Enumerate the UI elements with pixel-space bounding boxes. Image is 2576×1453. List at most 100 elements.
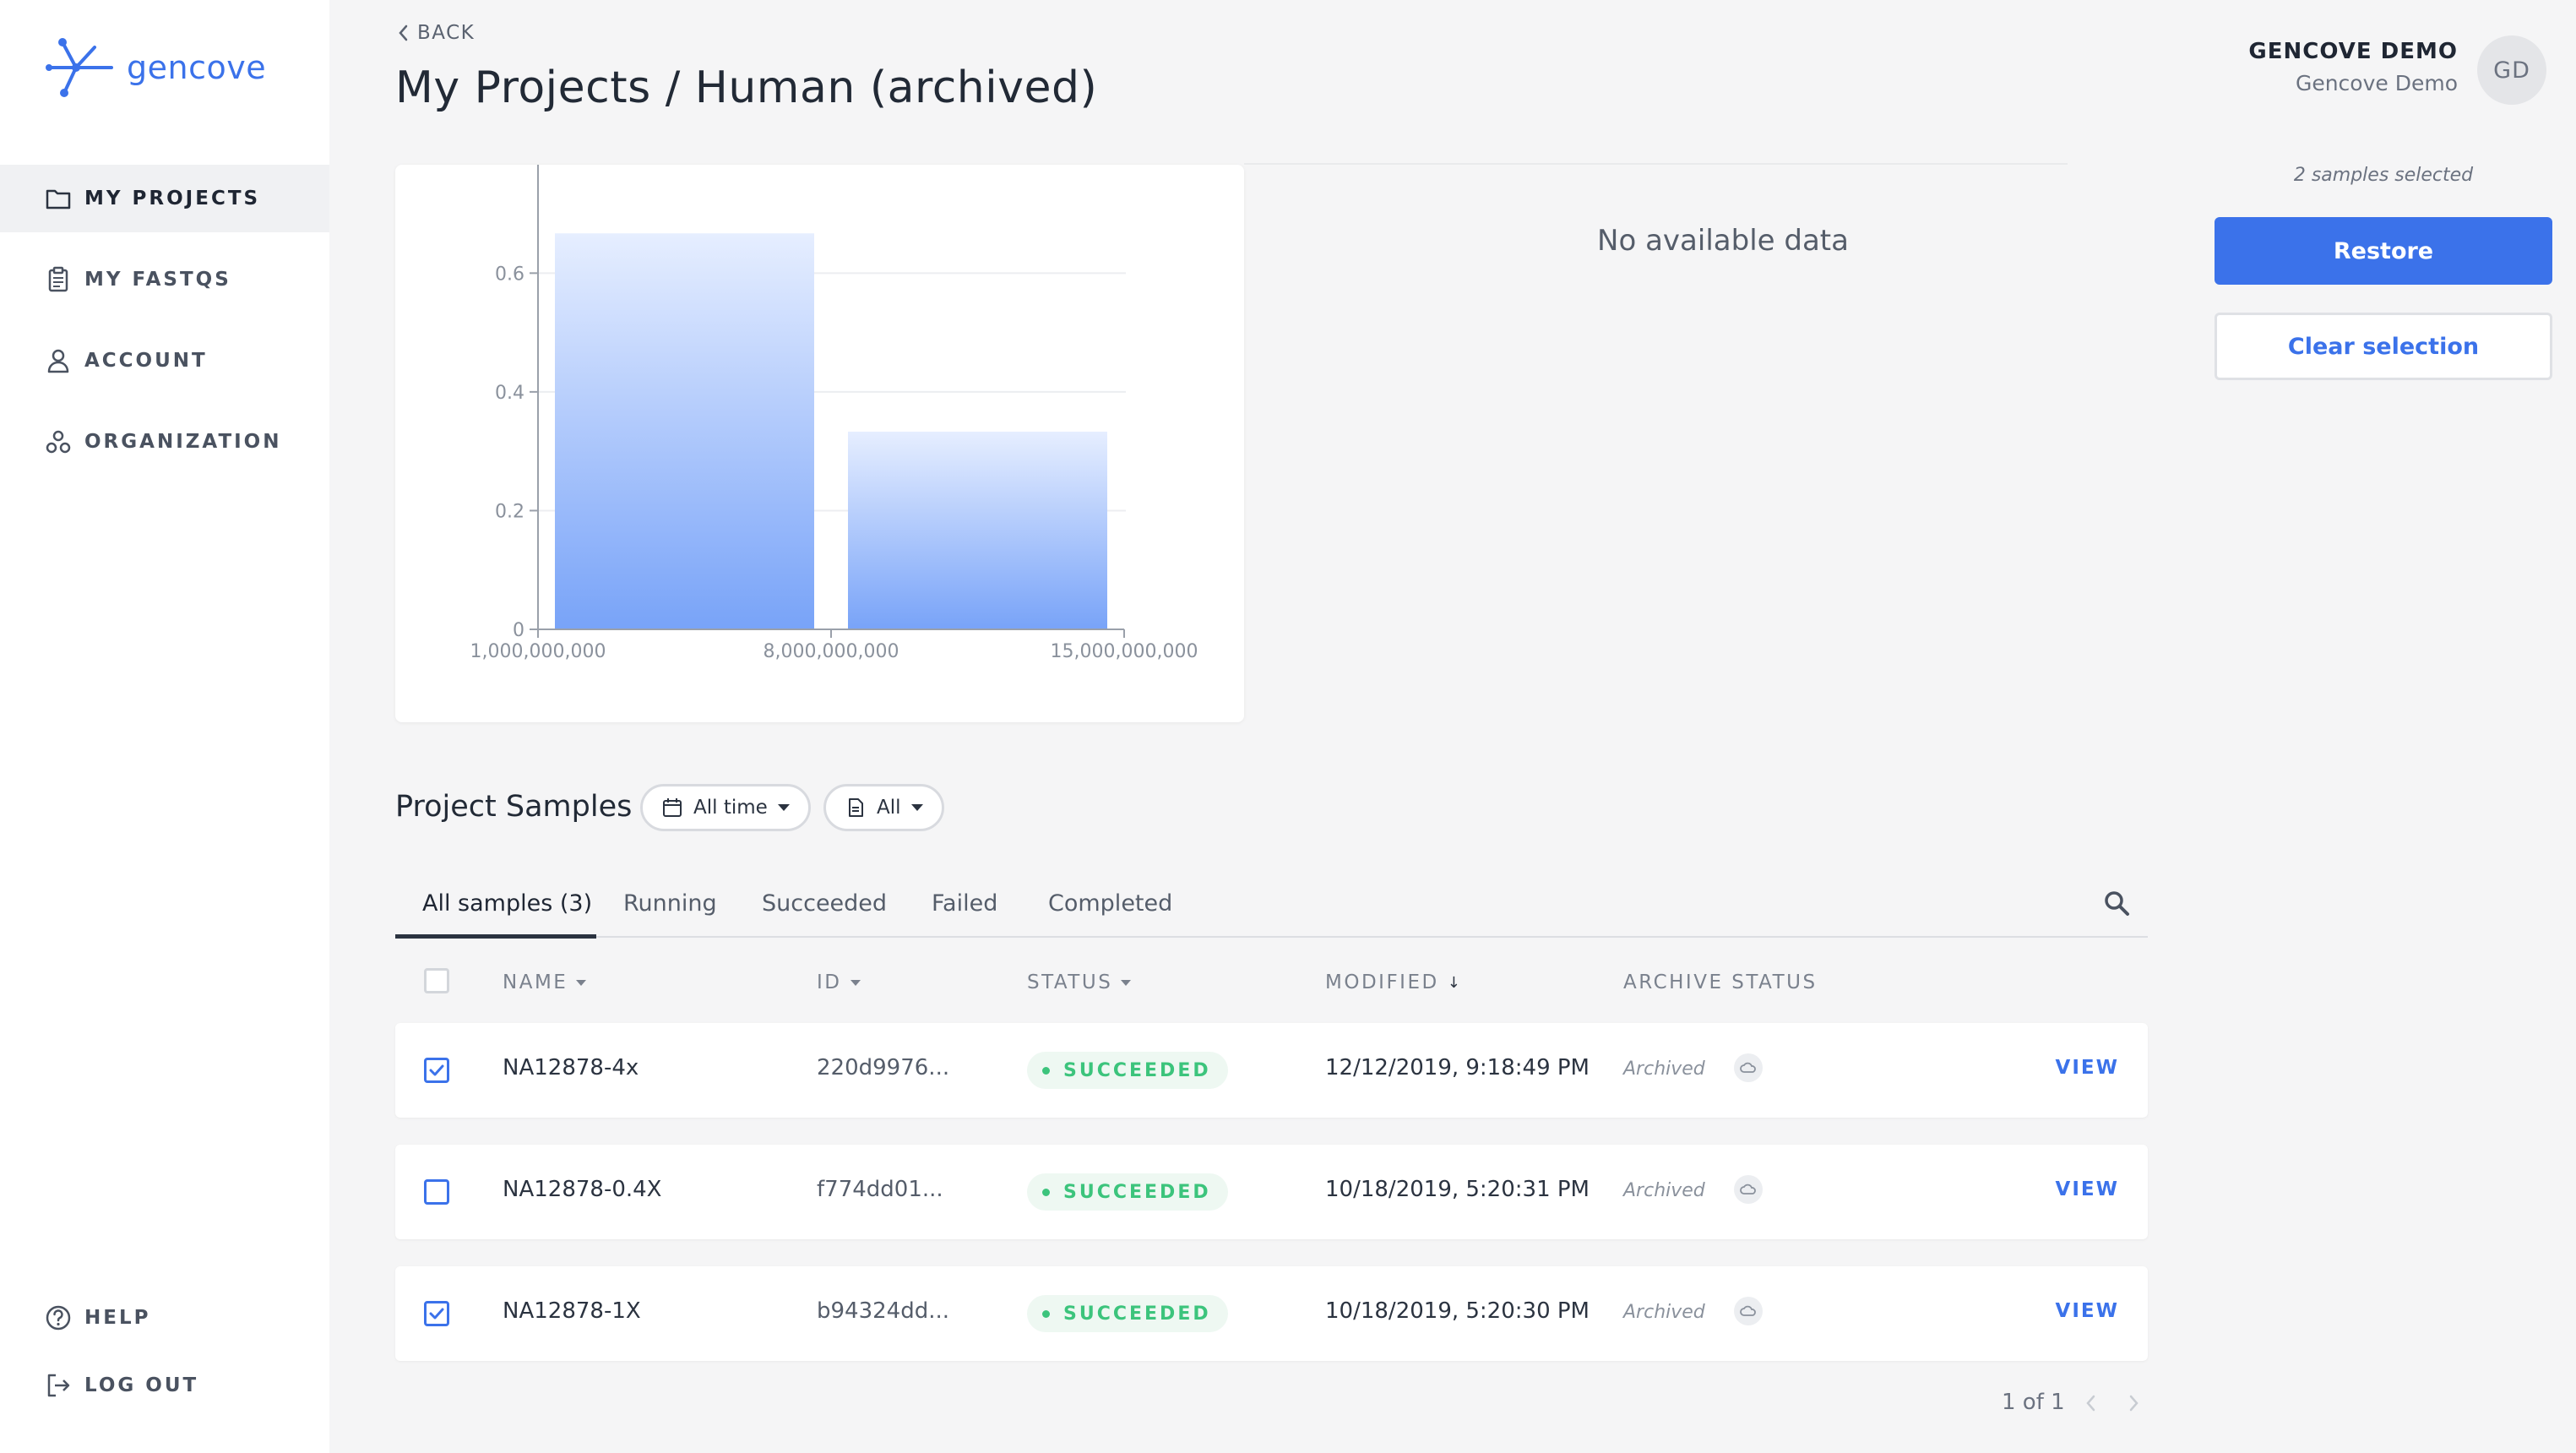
column-header-label: ID [817,971,842,993]
histogram-bar [848,431,1107,629]
sidebar-item-organization[interactable]: ORGANIZATION [0,408,329,476]
status-badge: SUCCEEDED [1027,1173,1228,1211]
search-icon[interactable] [2102,889,2131,917]
gencove-logo[interactable]: gencove [42,34,266,101]
sample-name: NA12878-0.4X [503,1177,662,1202]
x-tick-label: 1,000,000,000 [470,641,606,662]
time-filter-dropdown[interactable]: All time [640,784,811,831]
table-row[interactable]: NA12878-1X b94324dd... SUCCEEDED 10/18/2… [395,1266,2148,1361]
next-page-icon[interactable] [2127,1394,2140,1412]
sample-id: 220d9976... [817,1055,950,1080]
no-data-message: No available data [1597,224,1849,258]
document-icon [849,798,863,817]
histogram-card: 0 0.2 0.4 0.6 1,000,000,000 8,000,000,000 15,0… [395,165,1244,722]
cloud-icon [1734,1297,1763,1325]
organization-icon [46,430,71,454]
active-tab-indicator [395,934,596,939]
column-header-id[interactable]: ID [817,971,861,993]
sidebar-item-log-out[interactable]: LOG OUT [0,1352,329,1419]
y-tick-label: 0.4 [495,383,524,404]
sidebar-item-my-projects[interactable]: MY PROJECTS [0,165,329,232]
avatar[interactable]: GD [2477,35,2546,105]
sample-tabs: All samples (3) Running Succeeded Failed… [395,879,2148,939]
modified-date: 10/18/2019, 5:20:31 PM [1325,1177,1590,1202]
tab-all-samples[interactable]: All samples (3) [422,890,592,917]
table-row[interactable]: NA12878-4x 220d9976... SUCCEEDED 12/12/2… [395,1023,2148,1118]
user-icon [47,349,69,373]
histogram-bar [555,233,814,629]
user-name: GENCOVE DEMO [2248,39,2458,64]
restore-button[interactable]: Restore [2215,217,2552,285]
view-link[interactable]: VIEW [2056,1300,2119,1322]
caret-down-icon [777,804,790,811]
sidebar-item-account[interactable]: ACCOUNT [0,327,329,395]
sidebar: gencove MY PROJECTS MY FASTQS ACCOUNT OR… [0,0,329,1453]
status-text: SUCCEEDED [1063,1303,1211,1325]
modified-date: 12/12/2019, 9:18:49 PM [1325,1055,1590,1080]
row-checkbox[interactable] [424,1301,449,1326]
modified-date: 10/18/2019, 5:20:30 PM [1325,1298,1590,1324]
select-all-checkbox[interactable] [424,968,449,993]
cloud-icon [1734,1053,1763,1082]
status-dot [1042,1066,1050,1075]
sidebar-item-my-fastqs[interactable]: MY FASTQS [0,246,329,313]
tab-running[interactable]: Running [623,890,717,917]
checkmark-icon [429,1308,444,1320]
status-dot [1042,1188,1050,1196]
column-header-modified[interactable]: MODIFIED ↓ [1325,971,1462,993]
sidebar-item-label: HELP [84,1307,151,1329]
status-badge: SUCCEEDED [1027,1052,1228,1089]
type-filter-dropdown[interactable]: All [823,784,944,831]
pagination-label: 1 of 1 [2002,1390,2065,1415]
sample-id: b94324dd... [817,1298,950,1324]
clear-selection-button[interactable]: Clear selection [2215,313,2552,380]
y-tick-label: 0.2 [495,501,524,522]
sidebar-item-label: MY FASTQS [84,269,231,291]
x-tick-label: 8,000,000,000 [764,641,899,662]
view-link[interactable]: VIEW [2056,1057,2119,1079]
caret-down-icon [1121,979,1132,986]
table-row[interactable]: NA12878-0.4X f774dd01... SUCCEEDED 10/18… [395,1145,2148,1239]
sidebar-item-label: MY PROJECTS [84,188,261,210]
y-tick-label: 0 [513,620,524,641]
brand-name: gencove [127,49,267,86]
user-info[interactable]: GENCOVE DEMO Gencove Demo [2248,39,2458,95]
status-text: SUCCEEDED [1063,1181,1211,1203]
column-header-label: MODIFIED [1325,971,1439,993]
caret-down-icon [910,804,923,811]
column-header-name[interactable]: NAME [503,971,587,993]
archive-status: Archived [1623,1058,1705,1080]
sidebar-item-label: ACCOUNT [84,350,208,372]
checkmark-icon [429,1064,444,1076]
row-checkbox[interactable] [424,1179,449,1205]
folder-icon [46,189,71,210]
sample-name: NA12878-1X [503,1298,641,1324]
column-header-label: NAME [503,971,568,993]
row-checkbox[interactable] [424,1058,449,1083]
sidebar-item-help[interactable]: HELP [0,1284,329,1352]
tab-failed[interactable]: Failed [932,890,997,917]
sample-id: f774dd01... [817,1177,943,1202]
tab-completed[interactable]: Completed [1048,890,1172,917]
back-label: BACK [417,22,476,44]
caret-down-icon [850,979,861,986]
clipboard-icon [48,266,68,292]
previous-page-icon[interactable] [2084,1394,2098,1412]
selected-count: 2 samples selected [2293,165,2474,186]
histogram-chart: 0 0.2 0.4 0.6 1,000,000,000 8,000,000,000 15,0… [470,165,1198,662]
column-header-label: STATUS [1027,971,1113,993]
tab-succeeded[interactable]: Succeeded [762,890,887,917]
sidebar-item-label: ORGANIZATION [84,431,282,453]
column-header-status[interactable]: STATUS [1027,971,1132,993]
sample-name: NA12878-4x [503,1055,639,1080]
sort-descending-icon: ↓ [1447,973,1463,992]
view-link[interactable]: VIEW [2056,1178,2119,1200]
column-header-archive-status: ARCHIVE STATUS [1623,971,1818,993]
archive-status: Archived [1623,1180,1705,1201]
back-link[interactable]: BACK [397,22,475,44]
table-header: NAME ID STATUS MODIFIED ↓ ARCHIVE STATUS [395,955,2148,1007]
cloud-icon [1734,1175,1763,1204]
status-dot [1042,1309,1050,1318]
chart-divider [1244,163,2068,165]
gencove-logo-icon [46,38,113,97]
